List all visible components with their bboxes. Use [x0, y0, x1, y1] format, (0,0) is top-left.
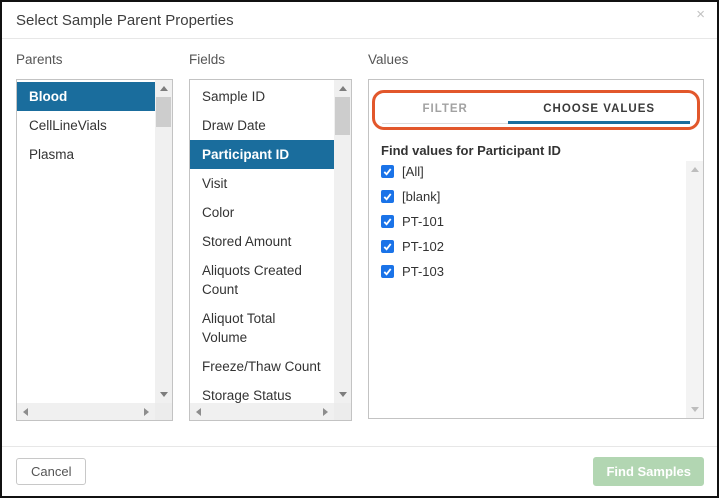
- checkbox-checked-icon[interactable]: [381, 165, 395, 178]
- value-option-blank[interactable]: [blank]: [370, 184, 686, 209]
- horizontal-scrollbar[interactable]: [17, 403, 156, 420]
- tabs-highlight-annotation: FILTER CHOOSE VALUES: [372, 90, 700, 130]
- tab-choose-values[interactable]: CHOOSE VALUES: [508, 96, 690, 124]
- fields-list: Sample ID Draw Date Participant ID Visit…: [190, 82, 335, 403]
- dialog-footer: Cancel Find Samples: [2, 446, 717, 496]
- scroll-down-button[interactable]: [334, 386, 351, 403]
- scrollbar-thumb[interactable]: [335, 97, 351, 135]
- scroll-down-button[interactable]: [155, 386, 172, 403]
- arrow-down-icon: [690, 407, 699, 412]
- arrow-up-icon: [338, 86, 347, 91]
- field-item-color[interactable]: Color: [190, 198, 334, 227]
- arrow-left-icon[interactable]: [196, 407, 202, 416]
- field-item-aliquots-created-count[interactable]: Aliquots Created Count: [190, 256, 334, 304]
- checkbox-checked-icon[interactable]: [381, 190, 395, 203]
- checkbox-checked-icon[interactable]: [381, 240, 395, 253]
- values-box: FILTER CHOOSE VALUES Find values for Par…: [368, 79, 704, 419]
- value-option-label: [blank]: [402, 189, 441, 204]
- field-item-visit[interactable]: Visit: [190, 169, 334, 198]
- arrow-up-icon: [690, 167, 699, 172]
- parents-label: Parents: [16, 52, 63, 67]
- find-values-label: Find values for Participant ID: [381, 143, 561, 158]
- field-item-aliquot-total-volume[interactable]: Aliquot Total Volume: [190, 304, 334, 352]
- vertical-scrollbar[interactable]: [686, 161, 703, 418]
- field-item-stored-amount[interactable]: Stored Amount: [190, 227, 334, 256]
- values-tabs: FILTER CHOOSE VALUES: [382, 96, 690, 124]
- checkbox-checked-icon[interactable]: [381, 265, 395, 278]
- arrow-down-icon: [159, 392, 168, 397]
- parent-item-blood[interactable]: Blood: [17, 82, 156, 111]
- arrow-up-icon: [159, 86, 168, 91]
- arrow-right-icon[interactable]: [323, 407, 329, 416]
- parents-listbox: Blood CellLineVials Plasma: [16, 79, 174, 421]
- parents-list: Blood CellLineVials Plasma: [17, 82, 156, 403]
- arrow-left-icon[interactable]: [23, 407, 28, 416]
- value-option-pt101[interactable]: PT-101: [370, 209, 686, 234]
- tab-filter[interactable]: FILTER: [382, 96, 509, 124]
- arrow-down-icon: [338, 392, 347, 397]
- value-option-label: PT-102: [402, 239, 444, 254]
- value-option-pt103[interactable]: PT-103: [370, 259, 686, 284]
- value-option-label: PT-103: [402, 264, 444, 279]
- parent-item-celllinevials[interactable]: CellLineVials: [17, 111, 155, 140]
- find-samples-button[interactable]: Find Samples: [593, 457, 704, 486]
- scroll-up-button[interactable]: [155, 80, 172, 97]
- values-option-list: [All] [blank] PT-101 PT-102 PT-103: [370, 159, 686, 418]
- field-item-sample-id[interactable]: Sample ID: [190, 82, 334, 111]
- close-icon[interactable]: ×: [696, 7, 705, 22]
- cancel-button[interactable]: Cancel: [16, 458, 87, 485]
- horizontal-scrollbar[interactable]: [190, 403, 335, 420]
- scroll-up-button[interactable]: [686, 161, 703, 178]
- field-item-freeze-thaw-count[interactable]: Freeze/Thaw Count: [190, 352, 334, 381]
- scroll-down-button[interactable]: [686, 401, 703, 418]
- value-option-label: [All]: [402, 164, 424, 179]
- dialog-title: Select Sample Parent Properties: [16, 12, 234, 29]
- checkbox-checked-icon[interactable]: [381, 215, 395, 228]
- dialog-header: Select Sample Parent Properties ×: [2, 2, 717, 39]
- value-option-label: PT-101: [402, 214, 444, 229]
- scrollbar-corner: [334, 403, 352, 420]
- scrollbar-corner: [155, 403, 173, 420]
- values-panel: Values FILTER CHOOSE VALUES Find values …: [368, 52, 704, 446]
- scroll-up-button[interactable]: [334, 80, 351, 97]
- value-option-all[interactable]: [All]: [370, 159, 686, 184]
- fields-label: Fields: [189, 52, 226, 67]
- parent-item-plasma[interactable]: Plasma: [17, 140, 155, 169]
- select-sample-parent-properties-dialog: Select Sample Parent Properties × Parent…: [0, 0, 719, 498]
- arrow-right-icon[interactable]: [144, 407, 150, 416]
- values-label: Values: [368, 52, 409, 67]
- field-item-participant-id[interactable]: Participant ID: [190, 140, 335, 169]
- field-item-draw-date[interactable]: Draw Date: [190, 111, 334, 140]
- vertical-scrollbar[interactable]: [155, 80, 173, 403]
- parents-panel: Parents Blood CellLineVials Plasma: [16, 52, 174, 446]
- value-option-pt102[interactable]: PT-102: [370, 234, 686, 259]
- vertical-scrollbar[interactable]: [334, 80, 352, 403]
- fields-listbox: Sample ID Draw Date Participant ID Visit…: [189, 79, 353, 421]
- field-item-storage-status[interactable]: Storage Status: [190, 381, 334, 403]
- scrollbar-thumb[interactable]: [156, 97, 172, 127]
- fields-panel: Fields Sample ID Draw Date Participant I…: [189, 52, 353, 446]
- dialog-body: Parents Blood CellLineVials Plasma Field…: [2, 39, 717, 446]
